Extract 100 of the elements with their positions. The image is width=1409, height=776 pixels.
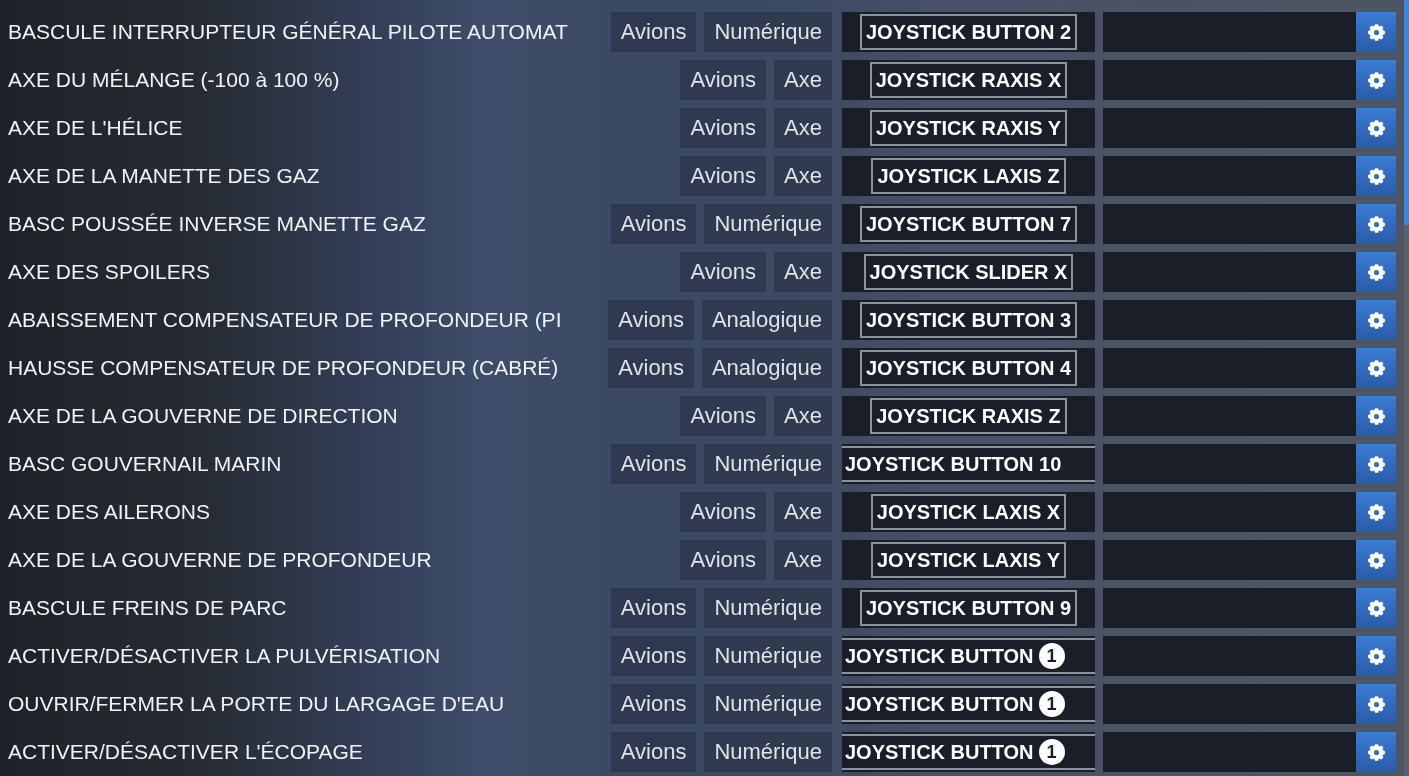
action-label: BASC POUSSÉE INVERSE MANETTE GAZ	[8, 212, 427, 236]
binding-field[interactable]: JOYSTICK LAXIS X	[842, 492, 1095, 532]
key-chip: JOYSTICK SLIDER X	[863, 254, 1074, 290]
gear-icon	[1367, 743, 1385, 761]
binding-field[interactable]: JOYSTICK RAXIS Y	[842, 108, 1095, 148]
category-tag: Axe	[774, 396, 832, 436]
category-tag: Numérique	[704, 684, 832, 724]
key-chip: JOYSTICK RAXIS X	[869, 62, 1068, 98]
settings-button[interactable]	[1356, 684, 1396, 724]
settings-button[interactable]	[1356, 396, 1396, 436]
key-chip: JOYSTICK LAXIS Z	[871, 158, 1066, 194]
gear-icon	[1367, 599, 1385, 617]
category-tag: Axe	[774, 252, 832, 292]
gear-icon	[1367, 311, 1385, 329]
category-tag: Axe	[774, 540, 832, 580]
category-tag: Numérique	[704, 444, 832, 484]
scrollbar-thumb[interactable]	[1404, 0, 1409, 225]
category-tag: Avions	[680, 108, 767, 148]
settings-button[interactable]	[1356, 12, 1396, 52]
action-label: ACTIVER/DÉSACTIVER LA PULVÉRISATION	[8, 644, 442, 668]
category-tag: Avions	[680, 156, 767, 196]
gear-icon	[1367, 215, 1385, 233]
key-chip: JOYSTICK LAXIS Y	[871, 542, 1066, 578]
key-chip: JOYSTICK BUTTON 4	[859, 350, 1078, 386]
count-badge: 1	[1038, 739, 1065, 765]
binding-field[interactable]: JOYSTICK RAXIS X	[842, 60, 1095, 100]
category-tag: Avions	[680, 540, 767, 580]
category-tag: Axe	[774, 492, 832, 532]
settings-button[interactable]	[1356, 300, 1396, 340]
settings-button[interactable]	[1356, 348, 1396, 388]
binding-field[interactable]: JOYSTICK LAXIS Z	[842, 156, 1095, 196]
category-tag: Avions	[610, 444, 697, 484]
action-label: HAUSSE COMPENSATEUR DE PROFONDEUR (CABRÉ)	[8, 356, 560, 380]
gear-icon	[1367, 119, 1385, 137]
binding-field[interactable]: JOYSTICK BUTTON 1	[842, 684, 1095, 724]
settings-button[interactable]	[1356, 156, 1396, 196]
action-label: AXE DE LA MANETTE DES GAZ	[8, 164, 321, 188]
category-tag: Axe	[774, 156, 832, 196]
gear-icon	[1367, 455, 1385, 473]
binding-field[interactable]: JOYSTICK RAXIS Z	[842, 396, 1095, 436]
action-label: AXE DE LA GOUVERNE DE DIRECTION	[8, 404, 399, 428]
key-chip: JOYSTICK BUTTON 3	[859, 302, 1078, 338]
gear-icon	[1367, 23, 1385, 41]
action-label: AXE DES AILERONS	[8, 500, 211, 524]
binding-field[interactable]: JOYSTICK SLIDER X	[842, 252, 1095, 292]
settings-button[interactable]	[1356, 492, 1396, 532]
settings-button[interactable]	[1356, 108, 1396, 148]
binding-field[interactable]: JOYSTICK BUTTON 9	[842, 588, 1095, 628]
key-label: JOYSTICK BUTTON	[844, 691, 1035, 717]
binding-field[interactable]: JOYSTICK BUTTON 3	[842, 300, 1095, 340]
settings-button[interactable]	[1356, 252, 1396, 292]
key-label: JOYSTICK BUTTON 10	[844, 451, 1063, 477]
action-label: ACTIVER/DÉSACTIVER L'ÉCOPAGE	[8, 740, 364, 764]
key-label: JOYSTICK BUTTON	[844, 739, 1035, 765]
category-tag: Avions	[610, 684, 697, 724]
gear-icon	[1367, 647, 1385, 665]
settings-button[interactable]	[1356, 732, 1396, 772]
binding-field[interactable]: JOYSTICK BUTTON 4	[842, 348, 1095, 388]
key-chip: JOYSTICK RAXIS Y	[869, 110, 1068, 146]
binding-field[interactable]: JOYSTICK BUTTON 1	[842, 636, 1095, 676]
action-label: AXE DE LA GOUVERNE DE PROFONDEUR	[8, 548, 433, 572]
binding-field[interactable]: JOYSTICK BUTTON 2	[842, 12, 1095, 52]
binding-field[interactable]: JOYSTICK BUTTON 1	[842, 732, 1095, 772]
category-tag: Avions	[610, 12, 697, 52]
category-tag: Numérique	[704, 732, 832, 772]
settings-button[interactable]	[1356, 60, 1396, 100]
category-tag: Avions	[610, 732, 697, 772]
scrollbar[interactable]	[1404, 0, 1409, 776]
gear-icon	[1367, 71, 1385, 89]
category-tag: Avions	[610, 588, 697, 628]
binding-field[interactable]: JOYSTICK BUTTON 7	[842, 204, 1095, 244]
action-label: AXE DE L'HÉLICE	[8, 116, 184, 140]
category-tag: Numérique	[704, 588, 832, 628]
settings-button[interactable]	[1356, 444, 1396, 484]
category-tag: Axe	[774, 108, 832, 148]
binding-field[interactable]: JOYSTICK LAXIS Y	[842, 540, 1095, 580]
category-tag: Avions	[610, 636, 697, 676]
count-badge: 1	[1038, 643, 1065, 669]
gear-icon	[1367, 167, 1385, 185]
category-tag: Analogique	[701, 348, 832, 388]
settings-button[interactable]	[1356, 204, 1396, 244]
category-tag: Numérique	[704, 12, 832, 52]
category-tag: Avions	[680, 252, 767, 292]
action-label: BASCULE INTERRUPTEUR GÉNÉRAL PILOTE AUTOMAT	[8, 20, 569, 44]
binding-field[interactable]: JOYSTICK BUTTON 10	[842, 444, 1095, 484]
category-tag: Numérique	[704, 636, 832, 676]
category-tag: Avions	[680, 60, 767, 100]
settings-button[interactable]	[1356, 636, 1396, 676]
gear-icon	[1367, 695, 1385, 713]
category-tag: Avions	[608, 300, 694, 340]
settings-button[interactable]	[1356, 540, 1396, 580]
action-label: ABAISSEMENT COMPENSATEUR DE PROFONDEUR (PI	[8, 308, 563, 332]
key-chip: JOYSTICK BUTTON 9	[859, 590, 1078, 626]
action-label: AXE DU MÉLANGE (-100 à 100 %)	[8, 68, 341, 92]
category-tag: Axe	[774, 60, 832, 100]
action-label: OUVRIR/FERMER LA PORTE DU LARGAGE D'EAU	[8, 692, 506, 716]
key-chip: JOYSTICK RAXIS Z	[870, 398, 1067, 434]
action-label: AXE DES SPOILERS	[8, 260, 211, 284]
settings-button[interactable]	[1356, 588, 1396, 628]
gear-icon	[1367, 551, 1385, 569]
